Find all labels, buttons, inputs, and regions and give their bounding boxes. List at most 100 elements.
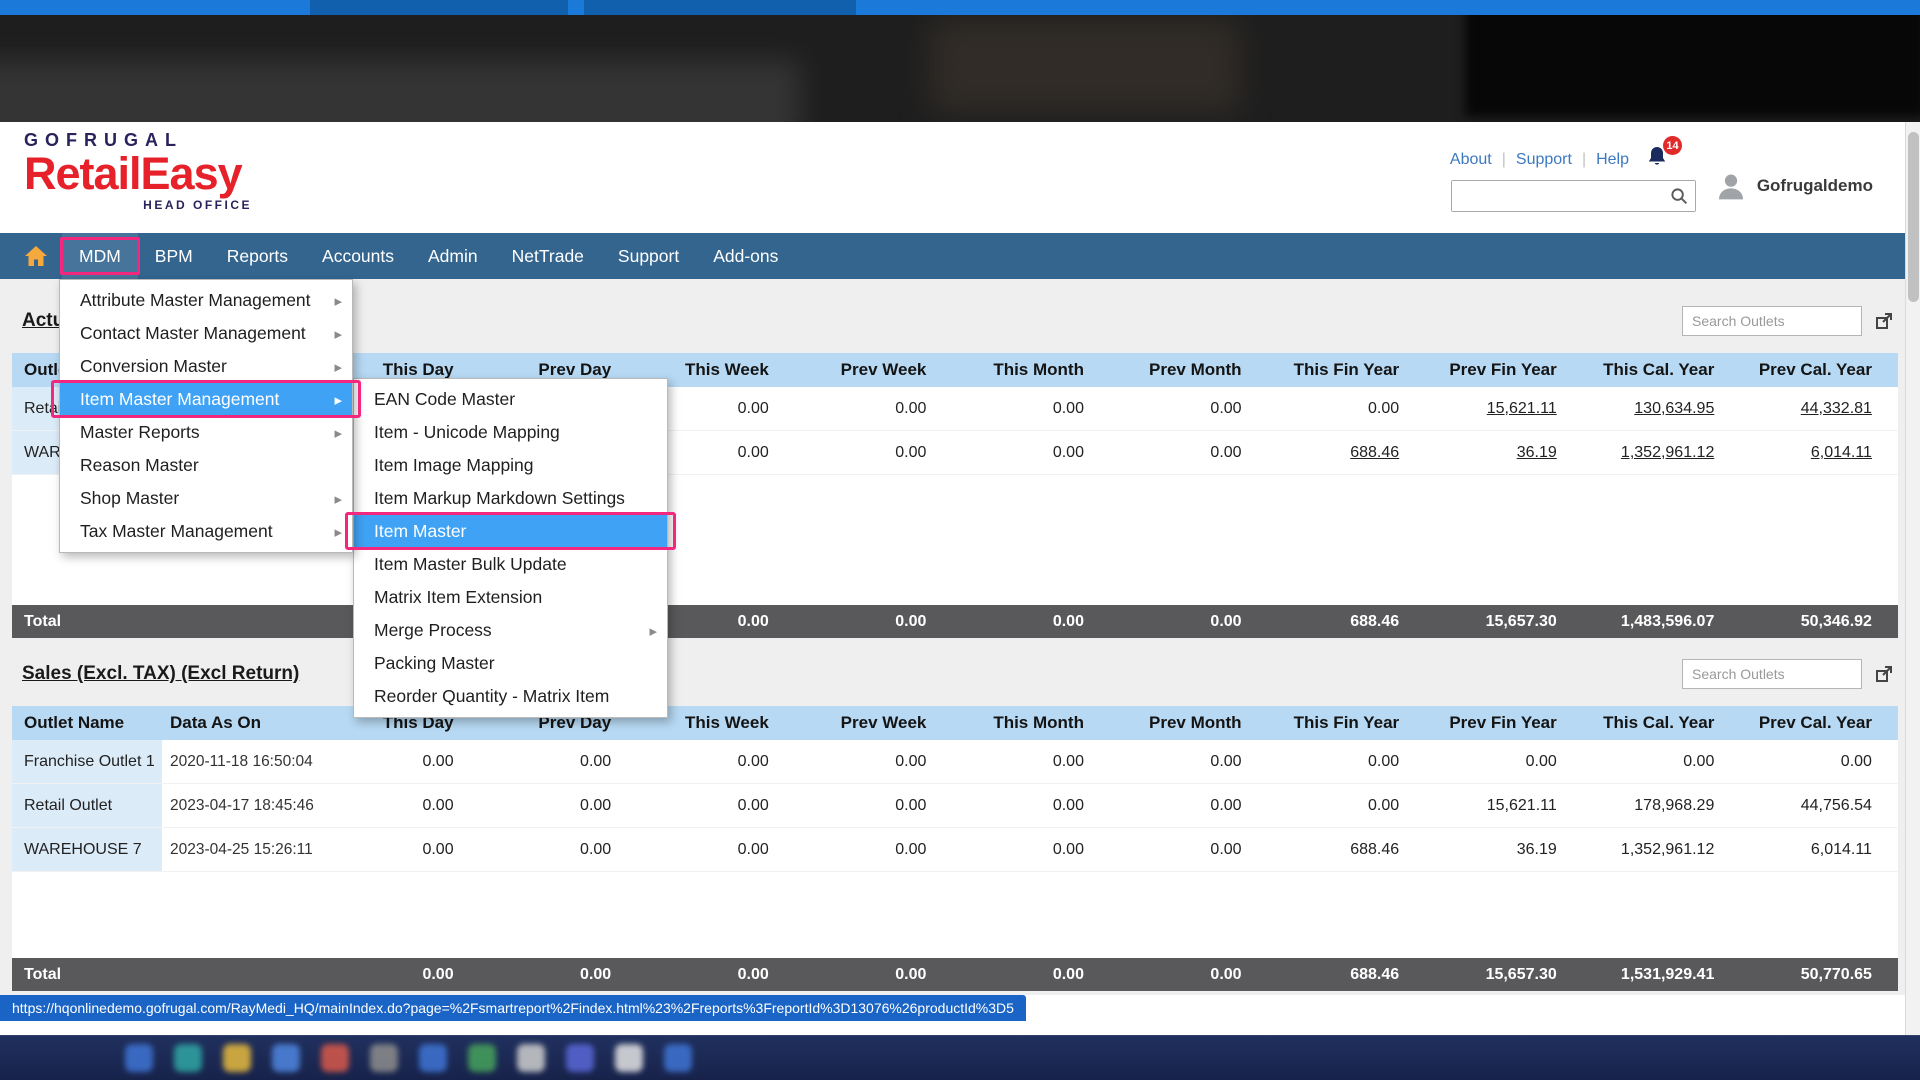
value-cell: 1,352,961.12	[1583, 828, 1741, 871]
browser-tab[interactable]	[584, 0, 856, 15]
drilldown-value-link[interactable]: 44,332.81	[1740, 387, 1898, 430]
menu-item-item-master-management[interactable]: Item Master Management▸	[60, 383, 352, 416]
page-scrollbar[interactable]	[1905, 122, 1920, 1035]
notification-bell[interactable]: 14	[1647, 146, 1667, 173]
header-link-help[interactable]: Help	[1596, 151, 1629, 169]
nav-item-admin[interactable]: Admin	[411, 233, 495, 279]
taskbar-app-icon[interactable]	[664, 1044, 692, 1072]
user-account[interactable]: Gofrugaldemo	[1715, 170, 1873, 202]
total-value: 50,770.65	[1740, 958, 1898, 991]
drilldown-value-link[interactable]: 6,014.11	[1740, 431, 1898, 474]
taskbar-app-icon[interactable]	[468, 1044, 496, 1072]
submenu-item-item-markup-markdown-settings[interactable]: Item Markup Markdown Settings	[354, 482, 667, 515]
nav-item-mdm[interactable]: MDM	[62, 233, 138, 279]
nav-item-support[interactable]: Support	[601, 233, 696, 279]
home-nav-item[interactable]	[10, 233, 62, 279]
submenu-item-item-unicode-mapping[interactable]: Item - Unicode Mapping	[354, 416, 667, 449]
menu-item-contact-master-management[interactable]: Contact Master Management▸	[60, 317, 352, 350]
submenu-item-item-master-bulk-update[interactable]: Item Master Bulk Update	[354, 548, 667, 581]
table-row: Retail Outlet2023-04-17 18:45:460.000.00…	[12, 784, 1898, 828]
outlet-search-input[interactable]	[1682, 659, 1862, 689]
menu-item-label: Contact Master Management	[80, 323, 334, 344]
menu-item-label: Reorder Quantity - Matrix Item	[374, 686, 667, 707]
open-in-new-window-icon[interactable]	[1874, 664, 1894, 684]
taskbar-app-icon[interactable]	[321, 1044, 349, 1072]
browser-tab[interactable]	[310, 0, 568, 15]
taskbar-app-icon[interactable]	[223, 1044, 251, 1072]
nav-item-add-ons[interactable]: Add-ons	[696, 233, 795, 279]
value-cell: 0.00	[637, 784, 795, 827]
submenu-item-ean-code-master[interactable]: EAN Code Master	[354, 383, 667, 416]
taskbar-app-icon[interactable]	[272, 1044, 300, 1072]
nav-item-bpm[interactable]: BPM	[138, 233, 210, 279]
submenu-item-merge-process[interactable]: Merge Process▸	[354, 614, 667, 647]
submenu-arrow-icon: ▸	[334, 391, 342, 409]
submenu-item-item-image-mapping[interactable]: Item Image Mapping	[354, 449, 667, 482]
value-cell: 0.00	[1740, 740, 1898, 783]
menu-item-attribute-master-management[interactable]: Attribute Master Management▸	[60, 284, 352, 317]
menu-item-conversion-master[interactable]: Conversion Master▸	[60, 350, 352, 383]
menu-item-label: Item Master Bulk Update	[374, 554, 667, 575]
taskbar-app-icon[interactable]	[174, 1044, 202, 1072]
taskbar-app-icon[interactable]	[125, 1044, 153, 1072]
menu-item-shop-master[interactable]: Shop Master▸	[60, 482, 352, 515]
section-tools	[1682, 659, 1894, 689]
drilldown-value-link[interactable]: 15,621.11	[1425, 387, 1583, 430]
gofrugal-logo: GOFRUGAL RetailEasy HEAD OFFICE	[24, 130, 252, 212]
menu-item-label: Conversion Master	[80, 356, 334, 377]
drilldown-value-link[interactable]: 688.46	[1268, 431, 1426, 474]
value-cell: 0.00	[1268, 740, 1426, 783]
outlet-name-cell: Retail Outlet	[12, 784, 162, 827]
logo-retaileasy-text: RetailEasy	[24, 151, 252, 197]
outlet-search-input[interactable]	[1682, 306, 1862, 336]
nav-item-label: MDM	[79, 246, 121, 267]
submenu-item-packing-master[interactable]: Packing Master	[354, 647, 667, 680]
submenu-item-matrix-item-extension[interactable]: Matrix Item Extension	[354, 581, 667, 614]
main-nav: MDM BPMReportsAccountsAdminNetTrade Suppor…	[0, 233, 1905, 279]
open-in-new-window-icon[interactable]	[1874, 311, 1894, 331]
submenu-arrow-icon: ▸	[334, 358, 342, 376]
header-link-about[interactable]: About	[1450, 151, 1492, 169]
search-icon[interactable]	[1670, 187, 1689, 211]
header-search-input[interactable]	[1452, 181, 1695, 211]
taskbar-app-icon[interactable]	[566, 1044, 594, 1072]
value-cell: 0.00	[952, 784, 1110, 827]
total-label: Total	[12, 958, 162, 991]
value-cell: 0.00	[322, 828, 480, 871]
value-cell: 0.00	[637, 740, 795, 783]
drilldown-value-link[interactable]: 36.19	[1425, 431, 1583, 474]
value-cell: 0.00	[1583, 740, 1741, 783]
header-link-support[interactable]: Support	[1516, 151, 1572, 169]
submenu-item-reorder-quantity-matrix-item[interactable]: Reorder Quantity - Matrix Item	[354, 680, 667, 713]
report-title[interactable]: Sales (Excl. TAX) (Excl Return)	[22, 663, 299, 685]
nav-item-reports[interactable]: Reports	[210, 233, 305, 279]
taskbar-app-icon[interactable]	[370, 1044, 398, 1072]
scrollbar-thumb[interactable]	[1908, 132, 1919, 302]
table-total-row: Total0.000.000.000.000.000.00688.4615,65…	[12, 958, 1898, 991]
value-cell: 0.00	[480, 740, 638, 783]
nav-item-label: Support	[618, 246, 679, 267]
taskbar-app-icon[interactable]	[517, 1044, 545, 1072]
taskbar-app-icon[interactable]	[419, 1044, 447, 1072]
value-cell: 0.00	[795, 431, 953, 474]
value-cell: 2023-04-25 15:26:11	[162, 828, 322, 871]
submenu-item-item-master[interactable]: Item Master	[354, 515, 667, 548]
menu-item-tax-master-management[interactable]: Tax Master Management▸	[60, 515, 352, 548]
menu-item-label: Master Reports	[80, 422, 334, 443]
value-cell: 0.00	[952, 828, 1110, 871]
drilldown-value-link[interactable]: 130,634.95	[1583, 387, 1741, 430]
link-separator: |	[1582, 151, 1586, 169]
value-cell: 0.00	[795, 740, 953, 783]
menu-item-master-reports[interactable]: Master Reports▸	[60, 416, 352, 449]
menu-item-reason-master[interactable]: Reason Master	[60, 449, 352, 482]
drilldown-value-link[interactable]: 1,352,961.12	[1583, 431, 1741, 474]
submenu-arrow-icon: ▸	[334, 424, 342, 442]
nav-item-accounts[interactable]: Accounts	[305, 233, 411, 279]
table-row: WAREHOUSE 72023-04-25 15:26:110.000.000.…	[12, 828, 1898, 872]
nav-item-nettrade[interactable]: NetTrade	[495, 233, 601, 279]
notification-count-badge: 14	[1663, 136, 1682, 155]
menu-item-label: Item Image Mapping	[374, 455, 667, 476]
taskbar-app-icon[interactable]	[615, 1044, 643, 1072]
section-header: Sales (Excl. TAX) (Excl Return)	[12, 657, 1898, 691]
menu-item-label: Attribute Master Management	[80, 290, 334, 311]
